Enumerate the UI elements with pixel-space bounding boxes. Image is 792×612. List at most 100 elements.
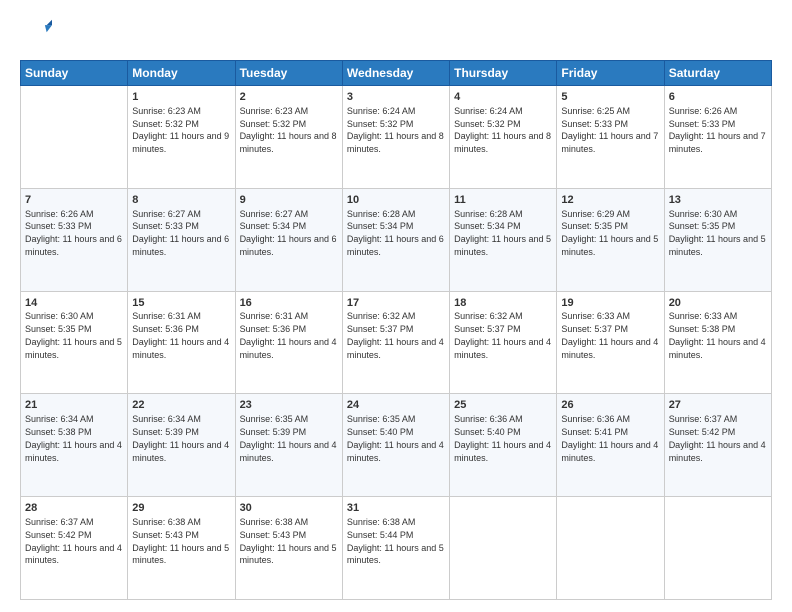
sunrise-text: Sunrise: 6:27 AM bbox=[240, 209, 309, 219]
sunrise-text: Sunrise: 6:24 AM bbox=[347, 106, 416, 116]
col-header-saturday: Saturday bbox=[664, 61, 771, 86]
calendar-cell: 2Sunrise: 6:23 AMSunset: 5:32 PMDaylight… bbox=[235, 86, 342, 189]
day-number: 20 bbox=[669, 296, 767, 311]
daylight-text: Daylight: 11 hours and 5 minutes. bbox=[25, 337, 122, 360]
daylight-text: Daylight: 11 hours and 5 minutes. bbox=[240, 543, 337, 566]
daylight-text: Daylight: 11 hours and 7 minutes. bbox=[669, 131, 766, 154]
sunrise-text: Sunrise: 6:32 AM bbox=[347, 311, 416, 321]
calendar-cell: 11Sunrise: 6:28 AMSunset: 5:34 PMDayligh… bbox=[450, 188, 557, 291]
day-number: 14 bbox=[25, 296, 123, 311]
calendar-cell bbox=[664, 497, 771, 600]
day-number: 26 bbox=[561, 398, 659, 413]
week-row-3: 14Sunrise: 6:30 AMSunset: 5:35 PMDayligh… bbox=[21, 291, 772, 394]
day-number: 25 bbox=[454, 398, 552, 413]
day-number: 28 bbox=[25, 501, 123, 516]
sunset-text: Sunset: 5:34 PM bbox=[454, 221, 521, 231]
calendar-cell: 27Sunrise: 6:37 AMSunset: 5:42 PMDayligh… bbox=[664, 394, 771, 497]
daylight-text: Daylight: 11 hours and 4 minutes. bbox=[25, 543, 122, 566]
daylight-text: Daylight: 11 hours and 4 minutes. bbox=[669, 440, 766, 463]
sunset-text: Sunset: 5:34 PM bbox=[347, 221, 414, 231]
day-number: 16 bbox=[240, 296, 338, 311]
daylight-text: Daylight: 11 hours and 4 minutes. bbox=[132, 337, 229, 360]
calendar-cell: 12Sunrise: 6:29 AMSunset: 5:35 PMDayligh… bbox=[557, 188, 664, 291]
sunrise-text: Sunrise: 6:30 AM bbox=[25, 311, 94, 321]
sunrise-text: Sunrise: 6:33 AM bbox=[669, 311, 738, 321]
week-row-5: 28Sunrise: 6:37 AMSunset: 5:42 PMDayligh… bbox=[21, 497, 772, 600]
calendar-page: SundayMondayTuesdayWednesdayThursdayFrid… bbox=[0, 0, 792, 612]
day-number: 12 bbox=[561, 193, 659, 208]
calendar-cell: 18Sunrise: 6:32 AMSunset: 5:37 PMDayligh… bbox=[450, 291, 557, 394]
calendar-cell: 28Sunrise: 6:37 AMSunset: 5:42 PMDayligh… bbox=[21, 497, 128, 600]
daylight-text: Daylight: 11 hours and 4 minutes. bbox=[669, 337, 766, 360]
calendar-cell: 22Sunrise: 6:34 AMSunset: 5:39 PMDayligh… bbox=[128, 394, 235, 497]
sunrise-text: Sunrise: 6:35 AM bbox=[347, 414, 416, 424]
daylight-text: Daylight: 11 hours and 4 minutes. bbox=[347, 440, 444, 463]
sunrise-text: Sunrise: 6:38 AM bbox=[240, 517, 309, 527]
calendar-cell: 29Sunrise: 6:38 AMSunset: 5:43 PMDayligh… bbox=[128, 497, 235, 600]
calendar-cell bbox=[450, 497, 557, 600]
day-number: 30 bbox=[240, 501, 338, 516]
calendar-cell: 8Sunrise: 6:27 AMSunset: 5:33 PMDaylight… bbox=[128, 188, 235, 291]
day-number: 21 bbox=[25, 398, 123, 413]
calendar-cell: 4Sunrise: 6:24 AMSunset: 5:32 PMDaylight… bbox=[450, 86, 557, 189]
sunrise-text: Sunrise: 6:26 AM bbox=[25, 209, 94, 219]
day-number: 1 bbox=[132, 90, 230, 105]
daylight-text: Daylight: 11 hours and 9 minutes. bbox=[132, 131, 229, 154]
sunset-text: Sunset: 5:36 PM bbox=[240, 324, 307, 334]
daylight-text: Daylight: 11 hours and 4 minutes. bbox=[454, 337, 551, 360]
col-header-monday: Monday bbox=[128, 61, 235, 86]
day-number: 3 bbox=[347, 90, 445, 105]
week-row-4: 21Sunrise: 6:34 AMSunset: 5:38 PMDayligh… bbox=[21, 394, 772, 497]
calendar-cell: 14Sunrise: 6:30 AMSunset: 5:35 PMDayligh… bbox=[21, 291, 128, 394]
sunrise-text: Sunrise: 6:34 AM bbox=[25, 414, 94, 424]
col-header-tuesday: Tuesday bbox=[235, 61, 342, 86]
day-number: 22 bbox=[132, 398, 230, 413]
day-number: 13 bbox=[669, 193, 767, 208]
sunset-text: Sunset: 5:44 PM bbox=[347, 530, 414, 540]
daylight-text: Daylight: 11 hours and 8 minutes. bbox=[347, 131, 444, 154]
sunset-text: Sunset: 5:34 PM bbox=[240, 221, 307, 231]
sunset-text: Sunset: 5:42 PM bbox=[25, 530, 92, 540]
sunset-text: Sunset: 5:39 PM bbox=[132, 427, 199, 437]
sunset-text: Sunset: 5:36 PM bbox=[132, 324, 199, 334]
daylight-text: Daylight: 11 hours and 4 minutes. bbox=[240, 337, 337, 360]
calendar-header-row: SundayMondayTuesdayWednesdayThursdayFrid… bbox=[21, 61, 772, 86]
logo-icon bbox=[20, 18, 52, 50]
sunrise-text: Sunrise: 6:35 AM bbox=[240, 414, 309, 424]
sunrise-text: Sunrise: 6:36 AM bbox=[561, 414, 630, 424]
sunset-text: Sunset: 5:41 PM bbox=[561, 427, 628, 437]
daylight-text: Daylight: 11 hours and 8 minutes. bbox=[454, 131, 551, 154]
day-number: 6 bbox=[669, 90, 767, 105]
sunset-text: Sunset: 5:40 PM bbox=[454, 427, 521, 437]
logo bbox=[20, 18, 58, 50]
sunset-text: Sunset: 5:33 PM bbox=[669, 119, 736, 129]
sunset-text: Sunset: 5:35 PM bbox=[669, 221, 736, 231]
sunrise-text: Sunrise: 6:27 AM bbox=[132, 209, 201, 219]
day-number: 11 bbox=[454, 193, 552, 208]
sunset-text: Sunset: 5:32 PM bbox=[240, 119, 307, 129]
sunset-text: Sunset: 5:43 PM bbox=[132, 530, 199, 540]
sunset-text: Sunset: 5:37 PM bbox=[347, 324, 414, 334]
daylight-text: Daylight: 11 hours and 8 minutes. bbox=[240, 131, 337, 154]
daylight-text: Daylight: 11 hours and 5 minutes. bbox=[561, 234, 658, 257]
sunrise-text: Sunrise: 6:38 AM bbox=[132, 517, 201, 527]
day-number: 27 bbox=[669, 398, 767, 413]
sunrise-text: Sunrise: 6:36 AM bbox=[454, 414, 523, 424]
day-number: 5 bbox=[561, 90, 659, 105]
calendar-cell: 23Sunrise: 6:35 AMSunset: 5:39 PMDayligh… bbox=[235, 394, 342, 497]
day-number: 31 bbox=[347, 501, 445, 516]
calendar-cell: 10Sunrise: 6:28 AMSunset: 5:34 PMDayligh… bbox=[342, 188, 449, 291]
daylight-text: Daylight: 11 hours and 6 minutes. bbox=[25, 234, 122, 257]
week-row-2: 7Sunrise: 6:26 AMSunset: 5:33 PMDaylight… bbox=[21, 188, 772, 291]
calendar-cell: 19Sunrise: 6:33 AMSunset: 5:37 PMDayligh… bbox=[557, 291, 664, 394]
col-header-wednesday: Wednesday bbox=[342, 61, 449, 86]
calendar-cell: 30Sunrise: 6:38 AMSunset: 5:43 PMDayligh… bbox=[235, 497, 342, 600]
sunrise-text: Sunrise: 6:23 AM bbox=[240, 106, 309, 116]
calendar-cell: 9Sunrise: 6:27 AMSunset: 5:34 PMDaylight… bbox=[235, 188, 342, 291]
sunrise-text: Sunrise: 6:28 AM bbox=[347, 209, 416, 219]
sunrise-text: Sunrise: 6:38 AM bbox=[347, 517, 416, 527]
sunset-text: Sunset: 5:32 PM bbox=[347, 119, 414, 129]
calendar-cell: 7Sunrise: 6:26 AMSunset: 5:33 PMDaylight… bbox=[21, 188, 128, 291]
daylight-text: Daylight: 11 hours and 7 minutes. bbox=[561, 131, 658, 154]
col-header-friday: Friday bbox=[557, 61, 664, 86]
